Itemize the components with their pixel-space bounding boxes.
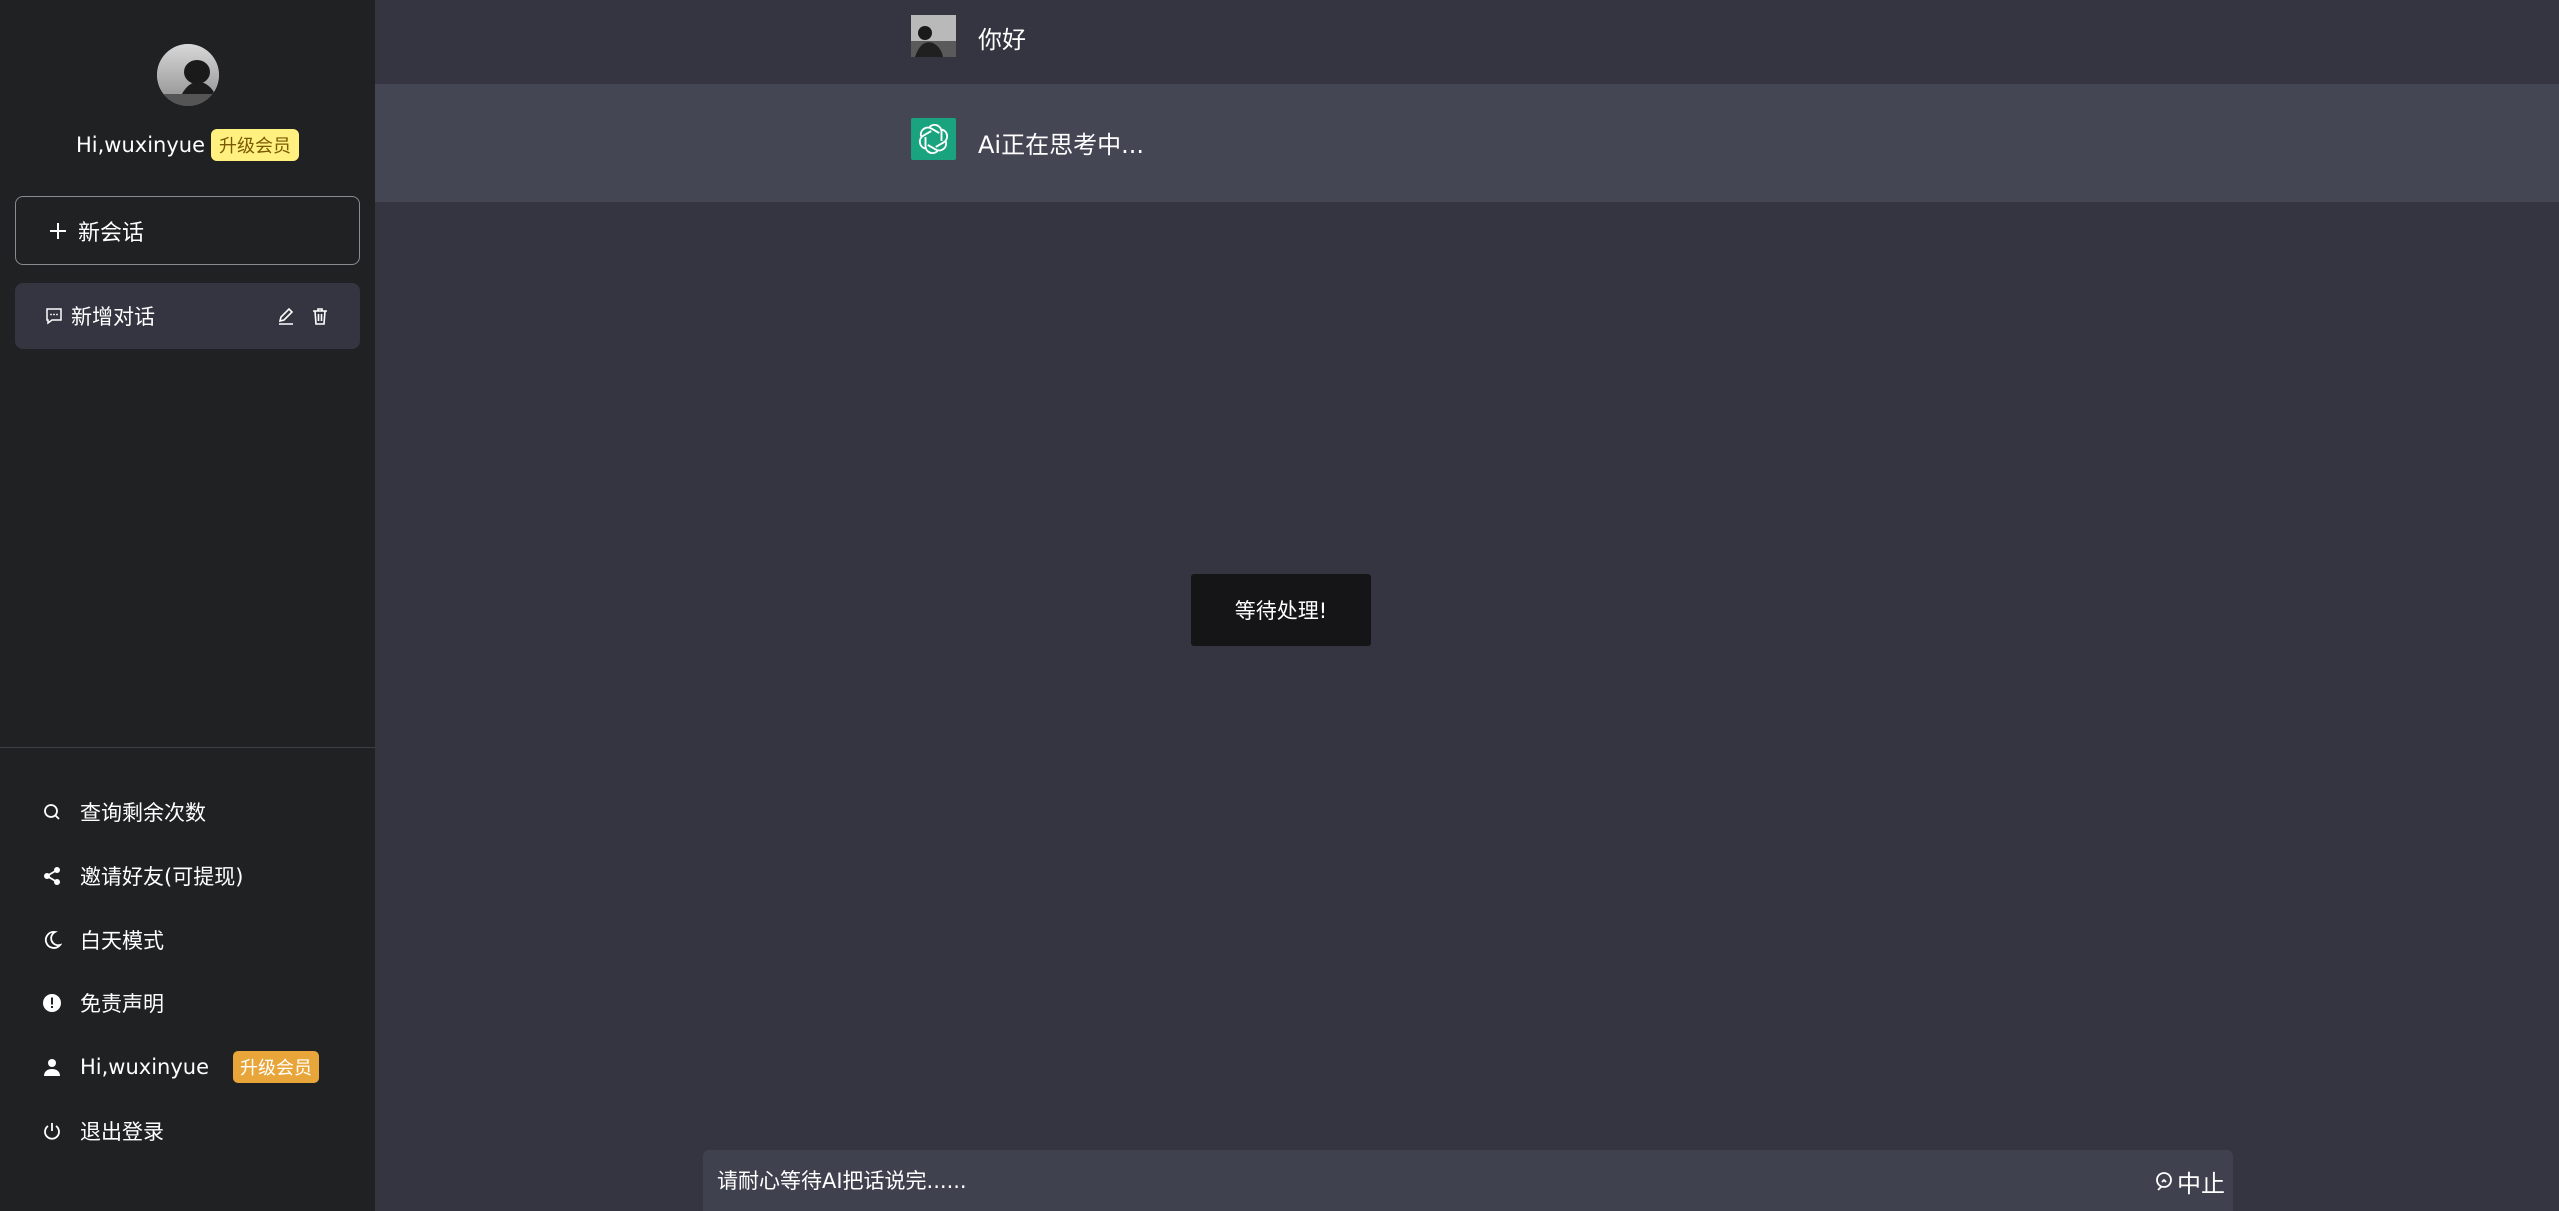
moon-icon	[42, 930, 62, 950]
menu-item-query-remaining[interactable]: 查询剩余次数	[42, 792, 206, 832]
menu-item-day-mode[interactable]: 白天模式	[42, 920, 164, 960]
stop-button[interactable]: 中止	[2153, 1162, 2225, 1200]
chat-bubble-icon	[45, 307, 63, 325]
ai-message-text: Ai正在思考中...	[978, 131, 1144, 159]
user-avatar-image	[911, 15, 956, 57]
menu-item-label: 邀请好友(可提现)	[80, 865, 244, 889]
new-chat-button[interactable]: 新会话	[15, 196, 360, 265]
trash-icon[interactable]	[310, 306, 330, 326]
user-avatar	[911, 15, 956, 57]
user-message-row: 你好	[375, 0, 2559, 84]
sidebar-divider	[0, 747, 375, 748]
toast-notification: 等待处理!	[1191, 574, 1371, 646]
alert-icon	[42, 993, 62, 1013]
menu-item-label: 查询剩余次数	[80, 801, 206, 825]
menu-item-label: Hi,wuxinyue	[80, 1055, 210, 1079]
upgrade-member-badge[interactable]: 升级会员	[211, 129, 299, 161]
menu-item-label: 白天模式	[80, 929, 164, 953]
conversation-item[interactable]: 新增对话	[15, 283, 360, 349]
user-message-text: 你好	[978, 26, 1026, 54]
chat-input-bar: 中止	[703, 1150, 2233, 1211]
openai-icon	[911, 118, 956, 160]
menu-item-label: 免责声明	[80, 992, 164, 1016]
conversation-title: 新增对话	[71, 305, 155, 329]
menu-item-label: 退出登录	[80, 1120, 164, 1144]
user-avatar-image	[157, 44, 219, 106]
user-greeting: Hi,wuxinyue 升级会员	[0, 128, 375, 162]
share-icon	[42, 866, 62, 886]
avatar[interactable]	[157, 44, 219, 106]
stop-label: 中止	[2177, 1169, 2225, 1198]
menu-item-user-account[interactable]: Hi,wuxinyue 升级会员	[42, 1047, 320, 1087]
username-label: Hi,wuxinyue	[75, 133, 205, 157]
menu-item-invite-friends[interactable]: 邀请好友(可提现)	[42, 856, 243, 896]
plus-icon	[48, 221, 68, 241]
stop-icon	[2153, 1170, 2175, 1192]
menu-item-logout[interactable]: 退出登录	[42, 1111, 164, 1151]
edit-icon[interactable]	[276, 306, 296, 326]
power-icon	[42, 1121, 62, 1141]
sidebar: Hi,wuxinyue 升级会员 新会话 新增对话 查询剩余次数 邀请好友(可提…	[0, 0, 375, 1211]
new-chat-label: 新会话	[78, 220, 145, 246]
chat-input[interactable]	[717, 1162, 2077, 1200]
user-icon	[42, 1057, 62, 1077]
upgrade-member-badge[interactable]: 升级会员	[233, 1051, 320, 1083]
ai-message-row: Ai正在思考中...	[375, 84, 2559, 202]
search-icon	[42, 802, 62, 822]
menu-item-disclaimer[interactable]: 免责声明	[42, 983, 164, 1023]
